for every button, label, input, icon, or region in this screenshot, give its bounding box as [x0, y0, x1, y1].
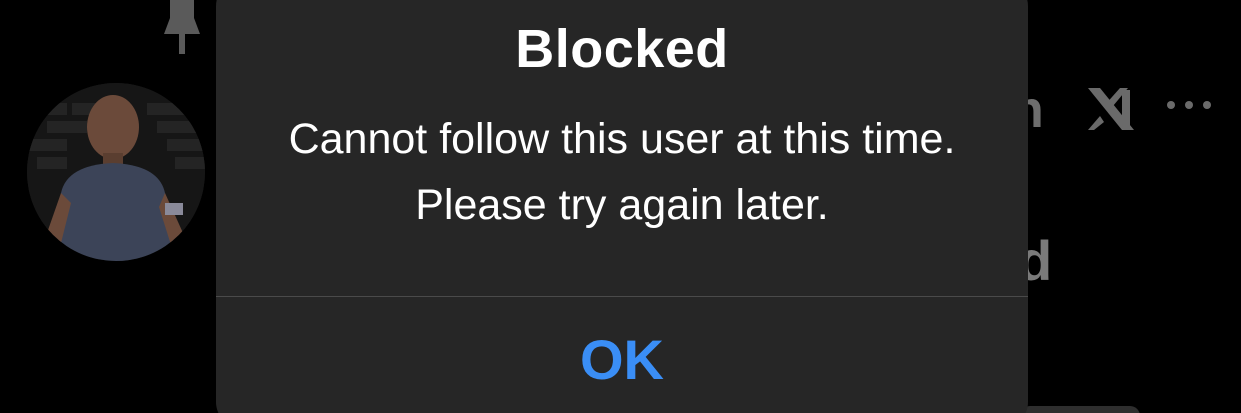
avatar[interactable] — [27, 83, 205, 261]
alert-title: Blocked — [515, 19, 729, 79]
ok-button-label: OK — [580, 328, 664, 391]
more-icon[interactable] — [1166, 100, 1212, 110]
alert-message: Cannot follow this user at this time. Pl… — [288, 115, 956, 229]
alert-dialog: Blocked Cannot follow this user at this … — [216, 0, 1028, 413]
ok-button[interactable]: OK — [216, 297, 1028, 413]
screen: n d Blocked Cannot follow this user at t… — [0, 0, 1241, 413]
pin-icon[interactable] — [160, 0, 204, 60]
x-logo-icon[interactable] — [1086, 86, 1136, 132]
background-button — [1020, 406, 1140, 413]
